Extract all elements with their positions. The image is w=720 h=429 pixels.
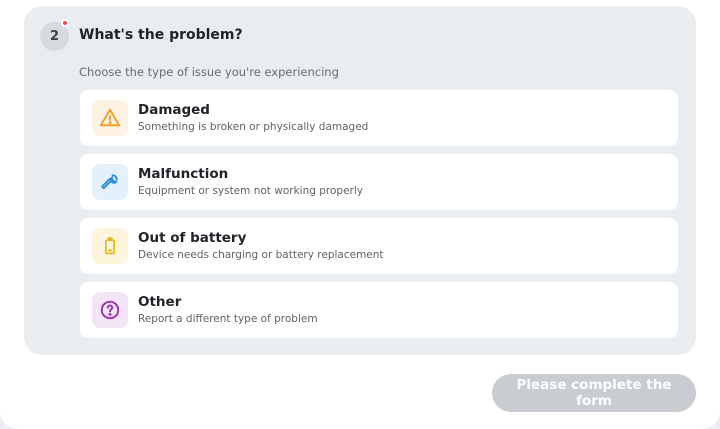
- option-description: Device needs charging or battery replace…: [138, 249, 384, 261]
- option-malfunction[interactable]: Malfunction Equipment or system not work…: [80, 154, 678, 210]
- option-other[interactable]: Other Report a different type of problem: [80, 282, 678, 338]
- option-label: Out of battery: [138, 230, 247, 246]
- option-label: Other: [138, 294, 182, 310]
- step-card: 2 What's the problem? Choose the type of…: [24, 6, 696, 355]
- step-title: What's the problem?: [79, 27, 243, 43]
- option-out-of-battery[interactable]: Out of battery Device needs charging or …: [80, 218, 678, 274]
- option-label: Malfunction: [138, 166, 229, 182]
- question-icon: [92, 292, 128, 328]
- submit-button[interactable]: Please complete the form: [492, 374, 696, 412]
- wrench-icon: [92, 164, 128, 200]
- option-description: Equipment or system not working properly: [138, 185, 363, 197]
- battery-icon: [92, 228, 128, 264]
- option-description: Something is broken or physically damage…: [138, 121, 369, 133]
- option-damaged[interactable]: Damaged Something is broken or physicall…: [80, 90, 678, 146]
- option-label: Damaged: [138, 102, 210, 118]
- step-status-dot: [61, 19, 69, 27]
- option-description: Report a different type of problem: [138, 313, 318, 325]
- warning-icon: [92, 100, 128, 136]
- step-subtitle: Choose the type of issue you're experien…: [79, 65, 339, 79]
- report-dialog: 2 What's the problem? Choose the type of…: [0, 0, 720, 429]
